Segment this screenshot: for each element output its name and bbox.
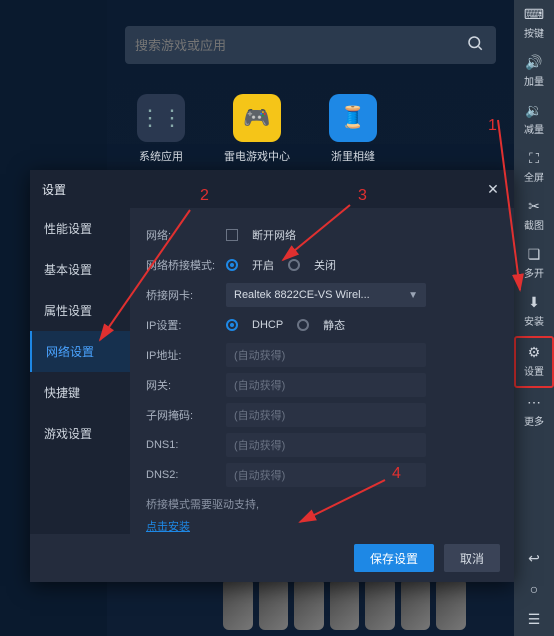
- right-toolbar: ⌨按键 🔊加量 🔉减量 ⛶全屏 ✂截图 ❏多开 ⬇安装 ⚙设置 ⋯更多 ↩ ○ …: [514, 0, 554, 636]
- app-system[interactable]: ⋮⋮ 系统应用: [125, 94, 197, 164]
- nic-value: Realtek 8822CE-VS Wirel...: [234, 289, 370, 301]
- rail-settings[interactable]: ⚙设置: [514, 336, 554, 388]
- ip-addr-label: IP地址:: [146, 347, 216, 363]
- download-icon: ⬇: [528, 294, 540, 311]
- settings-sidebar: 性能设置 基本设置 属性设置 网络设置 快捷键 游戏设置: [30, 208, 130, 534]
- app-label: 雷电游戏中心: [224, 148, 290, 164]
- multi-instance-icon: ❏: [528, 246, 541, 263]
- search-bar[interactable]: [125, 26, 496, 64]
- disconnect-label: 断开网络: [252, 227, 296, 243]
- static-label: 静态: [323, 317, 345, 333]
- bottom-app[interactable]: [436, 578, 466, 630]
- rail-home[interactable]: ○: [514, 575, 554, 605]
- sidebar-item-properties[interactable]: 属性设置: [30, 290, 130, 331]
- app-sewing[interactable]: 🧵 浙里相缝: [317, 94, 389, 164]
- more-icon: ⋯: [527, 394, 541, 411]
- search-input[interactable]: [135, 38, 464, 53]
- dns2-label: DNS2:: [146, 469, 216, 481]
- sidebar-item-basic[interactable]: 基本设置: [30, 249, 130, 290]
- app-game-center[interactable]: 🎮 雷电游戏中心: [221, 94, 293, 164]
- app-label: 浙里相缝: [331, 148, 375, 164]
- gateway-label: 网关:: [146, 377, 216, 393]
- dns2-input[interactable]: (自动获得): [226, 463, 426, 487]
- rail-keys[interactable]: ⌨按键: [514, 0, 554, 48]
- bridge-hint: 桥接模式需要驱动支持,: [146, 496, 498, 512]
- bottom-app[interactable]: [365, 578, 395, 630]
- bottom-app[interactable]: [294, 578, 324, 630]
- bottom-app-row: [223, 578, 466, 630]
- cancel-button[interactable]: 取消: [444, 544, 500, 572]
- app-grid: ⋮⋮ 系统应用 🎮 雷电游戏中心 🧵 浙里相缝: [125, 94, 496, 164]
- bridge-on-label: 开启: [252, 257, 274, 273]
- rail-more[interactable]: ⋯更多: [514, 388, 554, 436]
- system-apps-icon: ⋮⋮: [137, 94, 185, 142]
- settings-dialog: 设置 ✕ 性能设置 基本设置 属性设置 网络设置 快捷键 游戏设置 网络: 断开…: [30, 170, 514, 582]
- dialog-footer: 保存设置 取消: [30, 534, 514, 582]
- rail-fullscreen[interactable]: ⛶全屏: [514, 144, 554, 192]
- bottom-app[interactable]: [330, 578, 360, 630]
- sewing-icon: 🧵: [329, 94, 377, 142]
- volume-up-icon: 🔊: [525, 54, 542, 71]
- sidebar-item-shortcuts[interactable]: 快捷键: [30, 372, 130, 413]
- dns1-label: DNS1:: [146, 439, 216, 451]
- dialog-title: 设置: [42, 181, 66, 198]
- sidebar-item-game[interactable]: 游戏设置: [30, 413, 130, 454]
- ip-setting-label: IP设置:: [146, 317, 216, 333]
- chevron-down-icon: ▼: [408, 290, 418, 301]
- dhcp-radio[interactable]: [226, 319, 238, 331]
- rail-install[interactable]: ⬇安装: [514, 288, 554, 336]
- rail-multi[interactable]: ❏多开: [514, 240, 554, 288]
- install-driver-link[interactable]: 点击安装: [146, 521, 190, 533]
- back-icon: ↩: [528, 550, 540, 567]
- bottom-app[interactable]: [401, 578, 431, 630]
- rail-back[interactable]: ↩: [514, 544, 554, 575]
- nic-label: 桥接网卡:: [146, 287, 216, 303]
- network-label: 网络:: [146, 227, 216, 243]
- nic-select[interactable]: Realtek 8822CE-VS Wirel... ▼: [226, 283, 426, 307]
- ip-addr-input[interactable]: (自动获得): [226, 343, 426, 367]
- rail-volume-up[interactable]: 🔊加量: [514, 48, 554, 96]
- dns1-input[interactable]: (自动获得): [226, 433, 426, 457]
- settings-content: 网络: 断开网络 网络桥接模式: 开启 关闭 桥接网卡:: [130, 208, 514, 534]
- game-center-icon: 🎮: [233, 94, 281, 142]
- rail-volume-down[interactable]: 🔉减量: [514, 96, 554, 144]
- scissors-icon: ✂: [528, 198, 540, 215]
- rail-screenshot[interactable]: ✂截图: [514, 192, 554, 240]
- keyboard-icon: ⌨: [524, 6, 544, 23]
- subnet-label: 子网掩码:: [146, 407, 216, 423]
- close-icon: ✕: [487, 181, 499, 198]
- recents-icon: ☰: [528, 611, 541, 628]
- app-label: 系统应用: [139, 148, 183, 164]
- gateway-input[interactable]: (自动获得): [226, 373, 426, 397]
- fullscreen-icon: ⛶: [529, 150, 539, 167]
- rail-recents[interactable]: ☰: [514, 605, 554, 636]
- bridge-off-label: 关闭: [314, 257, 336, 273]
- bridge-mode-label: 网络桥接模式:: [146, 257, 216, 273]
- disconnect-checkbox[interactable]: [226, 229, 238, 241]
- static-radio[interactable]: [297, 319, 309, 331]
- search-icon: [464, 34, 486, 57]
- sidebar-item-network[interactable]: 网络设置: [30, 331, 130, 372]
- sidebar-item-performance[interactable]: 性能设置: [30, 208, 130, 249]
- save-button[interactable]: 保存设置: [354, 544, 434, 572]
- subnet-input[interactable]: (自动获得): [226, 403, 426, 427]
- dhcp-label: DHCP: [252, 319, 283, 331]
- close-button[interactable]: ✕: [484, 180, 502, 198]
- bottom-app[interactable]: [223, 578, 253, 630]
- volume-down-icon: 🔉: [525, 102, 542, 119]
- bridge-off-radio[interactable]: [288, 259, 300, 271]
- home-icon: ○: [530, 581, 538, 597]
- bottom-app[interactable]: [259, 578, 289, 630]
- gear-icon: ⚙: [528, 344, 541, 361]
- bridge-on-radio[interactable]: [226, 259, 238, 271]
